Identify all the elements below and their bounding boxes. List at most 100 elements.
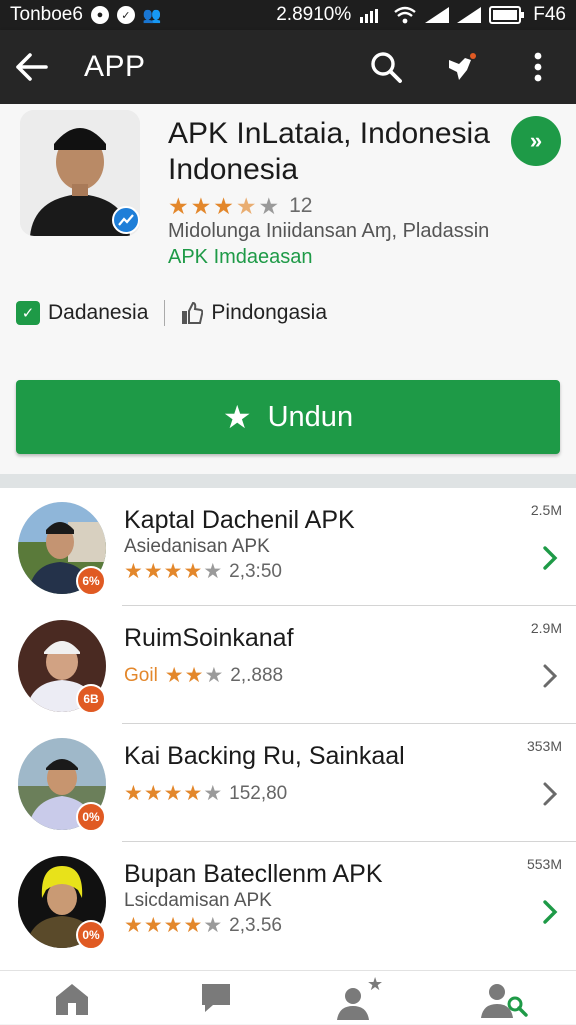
- star-icon: ★: [143, 560, 163, 583]
- star-icon: ★: [168, 192, 189, 219]
- list-item-rating: Goil ★ ★ ★ 2,.888: [124, 664, 283, 687]
- app-title: APK InLataia, Indonesia Indonesia: [168, 117, 490, 186]
- chip-1-label: Dadanesia: [48, 301, 149, 324]
- genre-label: Goil: [124, 664, 158, 686]
- more-vertical-icon: [534, 52, 542, 82]
- list-item-title: Kai Backing Ru, Sainkaal: [124, 742, 405, 770]
- chip-divider: [164, 300, 166, 326]
- arrow-left-icon: [16, 53, 48, 81]
- battery-text: 2.8910%: [276, 4, 352, 25]
- rating-count: 2,3.56: [229, 914, 282, 936]
- signal-icon: [360, 9, 379, 23]
- nav-chat[interactable]: [176, 971, 256, 1025]
- app-detail-header: APK InLataia, Indonesia Indonesia » ★ ★ …: [0, 104, 576, 474]
- app-bar-title: APP: [84, 50, 146, 83]
- star-icon: ★: [124, 782, 143, 805]
- star-icon: ★: [124, 914, 143, 937]
- star-icon: ★: [183, 914, 203, 937]
- bird-notification-icon: [449, 53, 476, 80]
- chat-icon: [202, 983, 230, 1012]
- section-divider: [0, 474, 576, 488]
- user-search-icon: [481, 983, 528, 1018]
- back-button[interactable]: [0, 30, 62, 104]
- trend-icon: [118, 214, 134, 226]
- install-button[interactable]: ★ Undun: [16, 380, 560, 454]
- cell-signal-icon: [425, 7, 450, 23]
- star-icon: ★: [222, 399, 252, 435]
- rating-count: 2,3:50: [229, 560, 282, 582]
- app-bar: APP: [0, 30, 576, 104]
- star-empty-icon: ★: [203, 914, 223, 937]
- star-empty-icon: ★: [204, 664, 224, 687]
- list-item-rating: ★ ★ ★ ★ ★ 152,80: [124, 782, 287, 805]
- star-icon: ★: [163, 782, 183, 805]
- list-item-title: RuimSoinkanaf: [124, 624, 294, 652]
- star-icon: ★: [183, 782, 203, 805]
- star-icon: ★: [163, 560, 183, 583]
- app-size: 553M: [526, 856, 562, 872]
- nav-profile[interactable]: ★: [320, 971, 400, 1025]
- search-icon: [371, 52, 402, 83]
- discount-badge: 6B: [76, 684, 106, 714]
- chevron-right-icon[interactable]: [538, 542, 562, 574]
- chip-2-label: Pindongasia: [211, 301, 327, 324]
- developer-name[interactable]: Midolunga Iniidansan Aɱ, Pladassin: [168, 220, 489, 243]
- star-icon: ★: [183, 560, 203, 583]
- star-empty-icon: ★: [203, 782, 223, 805]
- related-apps-list: 6% Kaptal Dachenil APK Asiedanisan APK ★…: [0, 488, 576, 970]
- leaf-icon: ✓: [116, 6, 135, 24]
- chevron-right-icon[interactable]: [538, 896, 562, 928]
- wifi-icon: [394, 6, 416, 24]
- more-options-button[interactable]: [500, 30, 576, 104]
- user-star-icon: ★: [337, 976, 383, 1020]
- star-icon: ★: [190, 192, 212, 219]
- discount-badge: 0%: [76, 802, 106, 832]
- app-size: 2.9M: [530, 620, 562, 636]
- star-empty-icon: ★: [203, 560, 223, 583]
- chip-2[interactable]: Pindongasia: [181, 301, 327, 325]
- search-button[interactable]: [348, 30, 424, 104]
- cell-signal-2-icon: [457, 7, 482, 23]
- list-item[interactable]: 0% Kai Backing Ru, Sainkaal ★ ★ ★ ★ ★ 15…: [0, 724, 576, 842]
- people-icon: 👥: [142, 7, 162, 24]
- notification-button[interactable]: [424, 30, 500, 104]
- chevron-right-icon[interactable]: [538, 660, 562, 692]
- list-item[interactable]: 0% Bupan Batecllenm APK Lsicdamisan APK …: [0, 842, 576, 960]
- rating-count: 12: [289, 194, 313, 217]
- list-item[interactable]: 6B RuimSoinkanaf Goil ★ ★ ★ 2,.888 2.9M: [0, 606, 576, 724]
- home-icon: [56, 983, 88, 1015]
- status-bar: Tonboe6 ● ✓ 👥 2.8910% F46: [0, 0, 576, 30]
- open-button[interactable]: »: [511, 116, 561, 166]
- nav-home[interactable]: [32, 971, 112, 1025]
- app-rating: ★ ★ ★ ★ ★ 12: [168, 194, 312, 218]
- info-chips: ✓ Dadanesia Pindongasia: [16, 300, 327, 326]
- install-label: Undun: [267, 400, 354, 433]
- app-size: 353M: [526, 738, 562, 754]
- discount-badge: 6%: [76, 566, 106, 596]
- chip-1[interactable]: ✓ Dadanesia: [16, 301, 148, 325]
- star-empty-icon: ★: [258, 192, 280, 219]
- verified-badge: [112, 206, 140, 234]
- star-icon: ★: [164, 664, 184, 687]
- list-item-subtitle: Lsicdamisan APK: [124, 890, 272, 911]
- star-icon: ★: [184, 664, 204, 687]
- list-item-rating: ★ ★ ★ ★ ★ 2,3:50: [124, 560, 282, 583]
- rating-count: 152,80: [229, 782, 288, 804]
- app-size: 2.5M: [530, 502, 562, 518]
- star-icon: ★: [124, 560, 143, 583]
- list-item-title: Bupan Batecllenm APK: [124, 860, 383, 888]
- record-icon: ●: [90, 6, 109, 24]
- star-icon: ★: [143, 914, 163, 937]
- list-item-rating: ★ ★ ★ ★ ★ 2,3.56: [124, 914, 282, 937]
- battery-icon: [489, 6, 525, 24]
- nav-search-users[interactable]: [464, 971, 544, 1025]
- list-item[interactable]: 6% Kaptal Dachenil APK Asiedanisan APK ★…: [0, 488, 576, 606]
- carrier-label: Tonboe6: [10, 4, 83, 25]
- category-link[interactable]: APK Imdaeasan: [168, 246, 313, 269]
- double-chevron-right-icon: »: [529, 128, 543, 153]
- list-item-subtitle: Asiedanisan APK: [124, 536, 270, 557]
- star-icon: ★: [143, 782, 163, 805]
- star-icon: ★: [163, 914, 183, 937]
- chevron-right-icon[interactable]: [538, 778, 562, 810]
- checkmark-icon: ✓: [16, 301, 40, 325]
